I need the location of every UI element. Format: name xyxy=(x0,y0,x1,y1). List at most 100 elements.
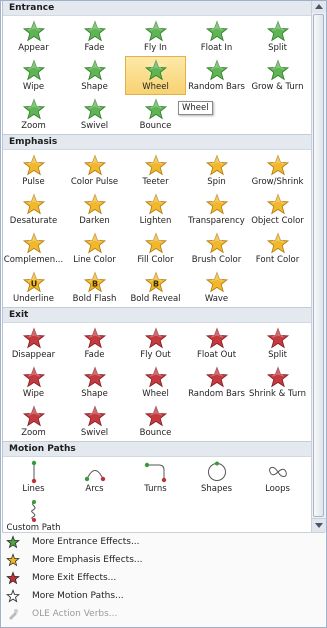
menu-item-label: More Exit Effects... xyxy=(32,573,117,583)
effect-motion-paths-custom-path[interactable]: Custom Path xyxy=(3,497,64,532)
effect-emphasis-line-color[interactable]: Line Color xyxy=(64,229,125,268)
effect-exit-random-bars[interactable]: Random Bars xyxy=(186,363,247,402)
scroll-up-button[interactable] xyxy=(312,0,326,13)
effect-entrance-appear[interactable]: Appear xyxy=(3,17,64,56)
yellow-star-icon xyxy=(6,553,20,567)
effect-label: Fade xyxy=(84,43,105,53)
effect-entrance-wipe[interactable]: Wipe xyxy=(3,56,64,95)
effect-label: Pulse xyxy=(22,177,45,187)
more-effects-menu: More Entrance Effects... More Emphasis Ef… xyxy=(2,532,325,627)
effect-emphasis-underline[interactable]: U Underline xyxy=(3,268,64,307)
section-header-exit: Exit xyxy=(3,307,311,323)
menu-item-label: More Motion Paths... xyxy=(32,591,124,601)
menu-item-ole-action-verbs: OLE Action Verbs... xyxy=(2,605,325,623)
effect-emphasis-fill-color[interactable]: Fill Color xyxy=(125,229,186,268)
effect-exit-fly-out[interactable]: Fly Out xyxy=(125,324,186,363)
effect-entrance-zoom[interactable]: Zoom xyxy=(3,95,64,134)
effect-emphasis-darken[interactable]: Darken xyxy=(64,190,125,229)
effect-label: Complemen... xyxy=(3,255,64,265)
effect-emphasis-grow-shrink[interactable]: Grow/Shrink xyxy=(247,151,308,190)
effect-entrance-bounce[interactable]: Bounce xyxy=(125,95,186,134)
effect-motion-paths-arcs[interactable]: Arcs xyxy=(64,458,125,497)
emphasis-star-icon: B xyxy=(83,271,106,293)
effect-motion-paths-shapes[interactable]: Shapes xyxy=(186,458,247,497)
exit-star-icon xyxy=(144,366,167,388)
effect-emphasis-wave[interactable]: Wave xyxy=(186,268,247,307)
menu-item-more-motion-paths[interactable]: More Motion Paths... xyxy=(2,587,325,605)
effect-label: Grow/Shrink xyxy=(251,177,304,187)
emphasis-star-icon xyxy=(83,232,106,254)
effect-exit-zoom[interactable]: Zoom xyxy=(3,402,64,441)
loops-path-icon xyxy=(268,466,287,477)
effect-entrance-shape[interactable]: Shape xyxy=(64,56,125,95)
exit-star-icon xyxy=(205,366,228,388)
effect-emphasis-complemen[interactable]: Complemen... xyxy=(3,229,64,268)
emphasis-star-icon xyxy=(144,232,167,254)
effect-exit-shrink-turn[interactable]: Shrink & Turn xyxy=(247,363,308,402)
effect-entrance-split[interactable]: Split xyxy=(247,17,308,56)
effect-exit-split[interactable]: Split xyxy=(247,324,308,363)
menu-item-label: OLE Action Verbs... xyxy=(32,609,118,619)
wheel-tooltip: Wheel xyxy=(178,101,213,115)
effect-emphasis-spin[interactable]: Spin xyxy=(186,151,247,190)
emphasis-star-icon: U xyxy=(22,271,45,293)
green-star-icon xyxy=(6,535,20,549)
turns-path-icon xyxy=(144,462,166,483)
effect-label: Color Pulse xyxy=(70,177,119,187)
effect-exit-bounce[interactable]: Bounce xyxy=(125,402,186,441)
red-star-icon xyxy=(6,571,20,585)
effect-label: Shapes xyxy=(200,484,233,494)
effect-emphasis-lighten[interactable]: Lighten xyxy=(125,190,186,229)
scroll-down-button[interactable] xyxy=(312,518,326,532)
effect-label: Bounce xyxy=(139,121,172,131)
effect-label: Float Out xyxy=(196,350,237,360)
scroll-thumb[interactable] xyxy=(313,14,324,517)
effect-motion-paths-lines[interactable]: Lines xyxy=(3,458,64,497)
effect-entrance-fade[interactable]: Fade xyxy=(64,17,125,56)
effect-emphasis-bold-flash[interactable]: B Bold Flash xyxy=(64,268,125,307)
effect-emphasis-transparency[interactable]: Transparency xyxy=(186,190,247,229)
effect-entrance-float-in[interactable]: Float In xyxy=(186,17,247,56)
effect-label: Swivel xyxy=(80,121,109,131)
menu-item-more-entrance-effects[interactable]: More Entrance Effects... xyxy=(2,533,325,551)
exit-star-icon xyxy=(144,327,167,349)
effect-entrance-grow-turn[interactable]: Grow & Turn xyxy=(247,56,308,95)
exit-star-icon xyxy=(22,366,45,388)
exit-star-icon xyxy=(22,405,45,427)
effect-motion-paths-loops[interactable]: Loops xyxy=(247,458,308,497)
effect-emphasis-color-pulse[interactable]: Color Pulse xyxy=(64,151,125,190)
entrance-star-icon xyxy=(266,59,289,81)
effect-exit-wheel[interactable]: Wheel xyxy=(125,363,186,402)
effect-exit-wipe[interactable]: Wipe xyxy=(3,363,64,402)
effect-motion-paths-turns[interactable]: Turns xyxy=(125,458,186,497)
effect-label: Fly In xyxy=(144,43,167,53)
effect-emphasis-brush-color[interactable]: Brush Color xyxy=(186,229,247,268)
effect-exit-disappear[interactable]: Disappear xyxy=(3,324,64,363)
effect-label: Lines xyxy=(22,484,45,494)
effect-label: Float In xyxy=(200,43,233,53)
menu-item-more-exit-effects[interactable]: More Exit Effects... xyxy=(2,569,325,587)
effect-exit-float-out[interactable]: Float Out xyxy=(186,324,247,363)
effect-label: Object Color xyxy=(251,216,304,226)
effect-emphasis-desaturate[interactable]: Desaturate xyxy=(3,190,64,229)
effect-entrance-swivel[interactable]: Swivel xyxy=(64,95,125,134)
exit-star-icon xyxy=(83,327,106,349)
effect-emphasis-teeter[interactable]: Teeter xyxy=(125,151,186,190)
effect-entrance-random-bars[interactable]: Random Bars xyxy=(186,56,247,95)
effect-exit-shape[interactable]: Shape xyxy=(64,363,125,402)
effect-emphasis-font-color[interactable]: Font Color xyxy=(247,229,308,268)
effects-grid-emphasis: Pulse Color Pulse Teeter Spin Grow/Shrink Des… xyxy=(3,150,311,307)
effect-emphasis-pulse[interactable]: Pulse xyxy=(3,151,64,190)
entrance-star-icon xyxy=(266,20,289,42)
effect-label: Zoom xyxy=(21,121,46,131)
effect-exit-swivel[interactable]: Swivel xyxy=(64,402,125,441)
effect-entrance-wheel[interactable]: Wheel xyxy=(125,56,186,95)
scroll-up-arrow-icon xyxy=(315,4,323,9)
menu-item-more-emphasis-effects[interactable]: More Emphasis Effects... xyxy=(2,551,325,569)
effect-exit-fade[interactable]: Fade xyxy=(64,324,125,363)
effect-entrance-fly-in[interactable]: Fly In xyxy=(125,17,186,56)
effect-emphasis-bold-reveal[interactable]: B Bold Reveal xyxy=(125,268,186,307)
effect-emphasis-object-color[interactable]: Object Color xyxy=(247,190,308,229)
gallery-scrollbar[interactable] xyxy=(311,0,326,532)
effect-label: Bounce xyxy=(139,428,172,438)
